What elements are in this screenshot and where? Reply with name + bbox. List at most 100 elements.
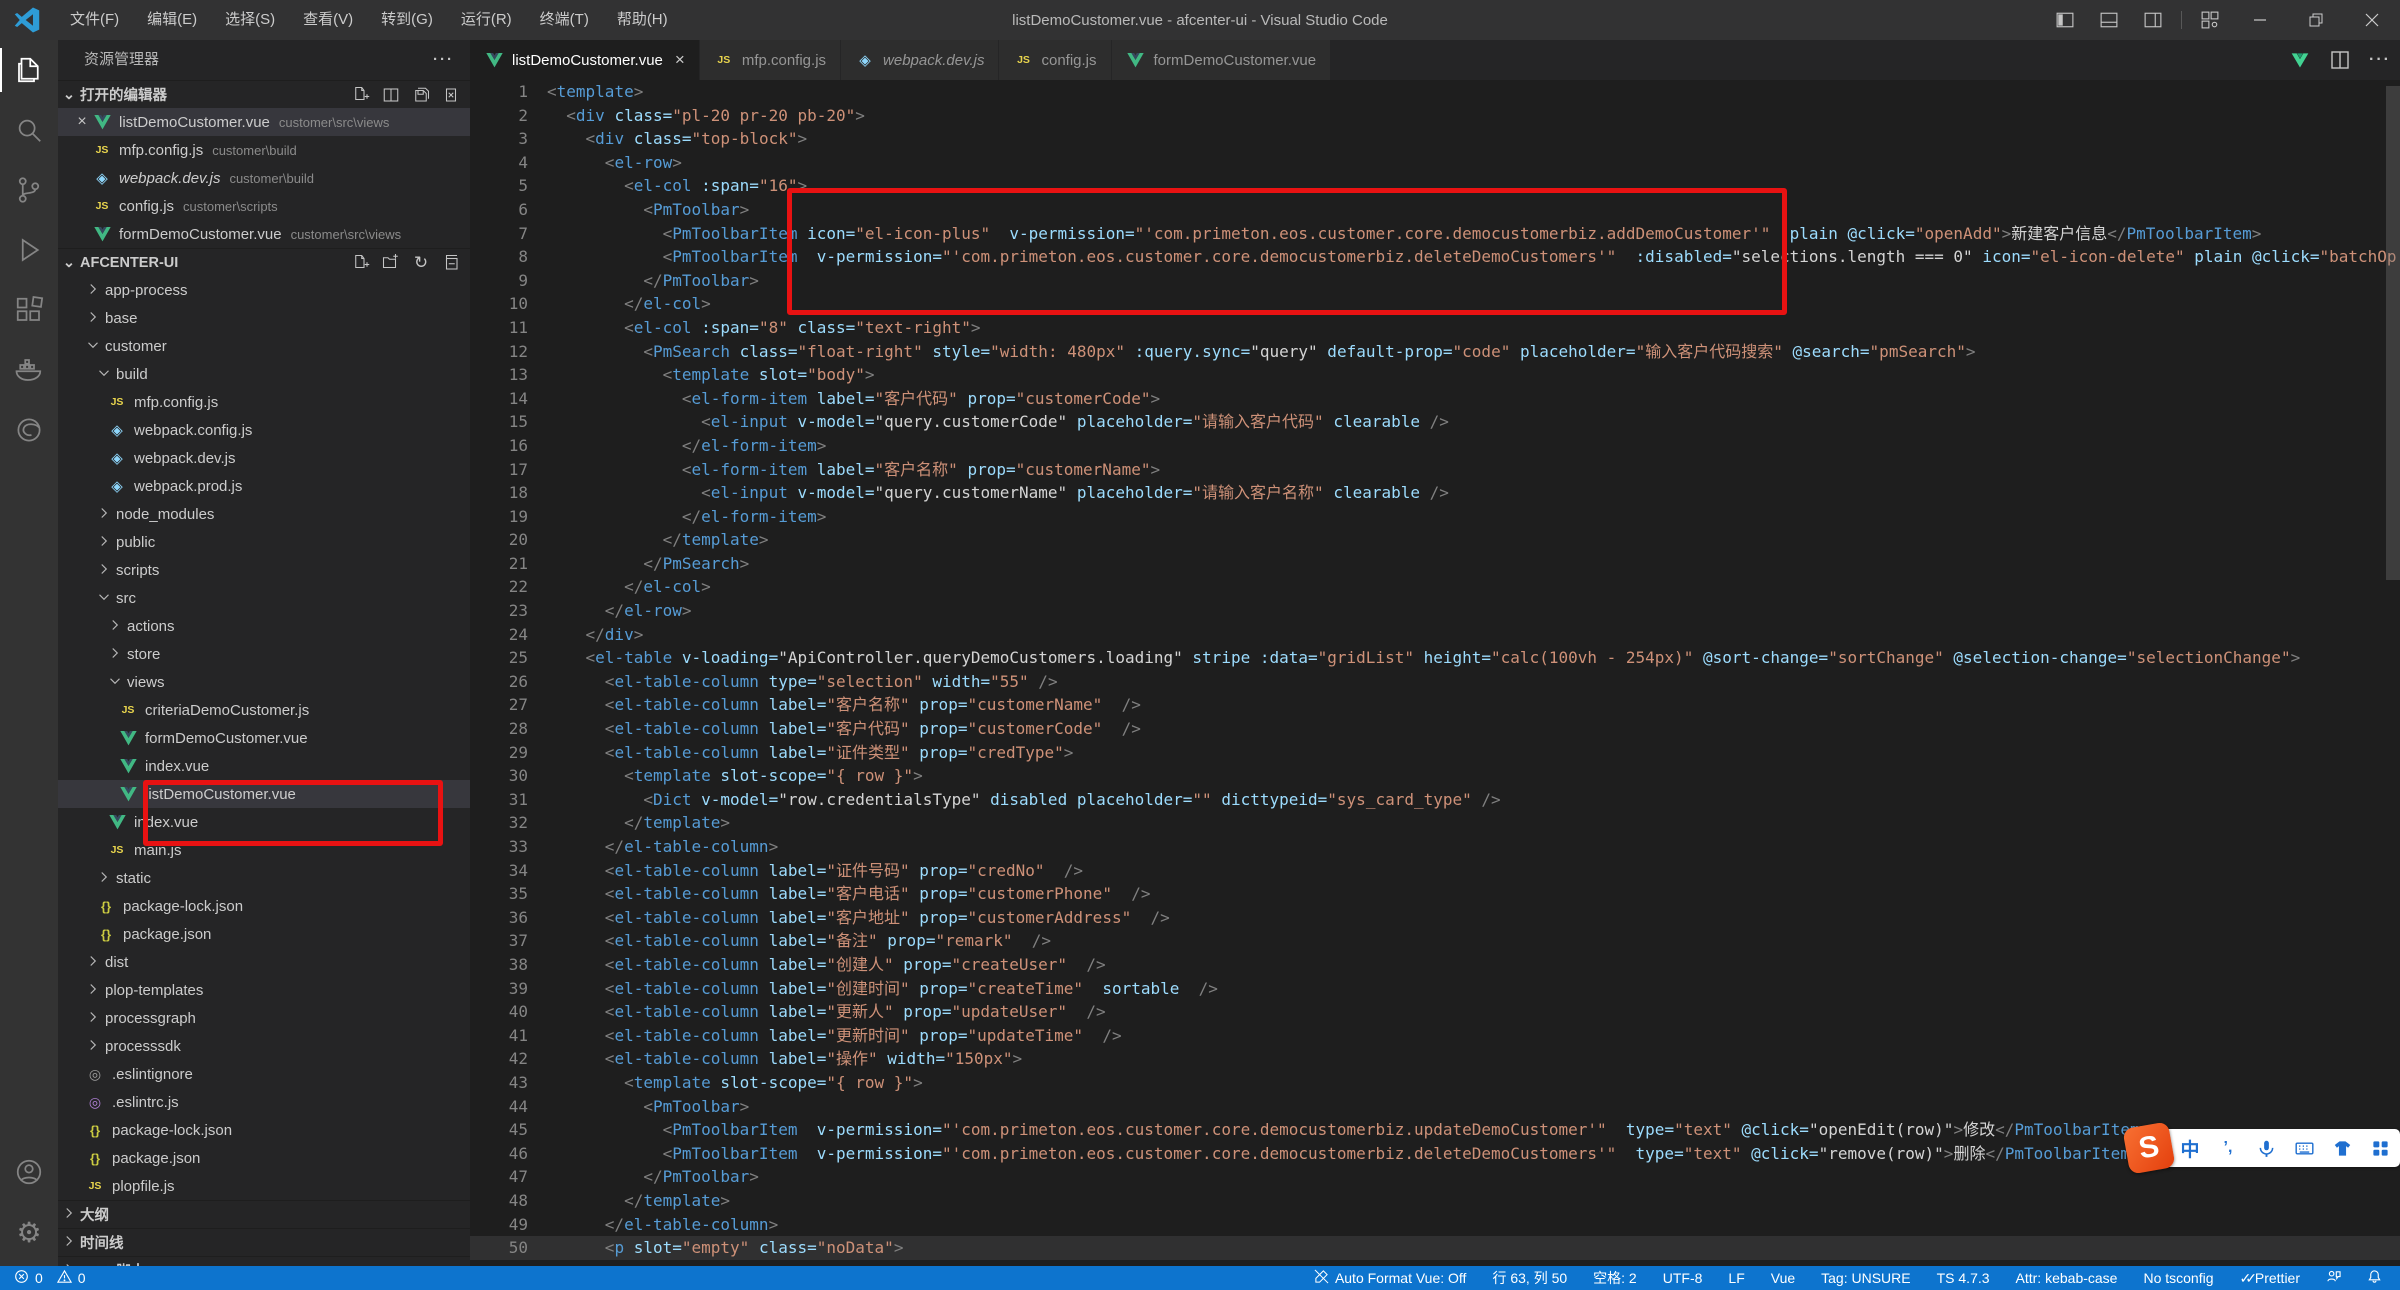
code-line[interactable]: 16 </el-form-item> xyxy=(470,434,2400,458)
code-line[interactable]: 14 <el-form-item label="客户代码" prop="cust… xyxy=(470,387,2400,411)
tree-folder-item[interactable]: views xyxy=(58,668,470,696)
code-line[interactable]: 11 <el-col :span="8" class="text-right"> xyxy=(470,316,2400,340)
vue-preview-icon[interactable] xyxy=(2288,48,2312,72)
sidebar-section-大纲[interactable]: 大纲 xyxy=(58,1200,470,1228)
edge-tools-icon[interactable] xyxy=(0,400,58,460)
tree-folder-item[interactable]: plop-templates xyxy=(58,976,470,1004)
toggle-secondary-sidebar-icon[interactable] xyxy=(2131,0,2175,40)
status-item-Auto Format Vue: Off[interactable]: Auto Format Vue: Off xyxy=(1314,1269,1467,1287)
tab-formDemoCustomer.vue[interactable]: formDemoCustomer.vue xyxy=(1112,40,1332,80)
settings-icon[interactable]: ⚙ xyxy=(0,1202,58,1262)
toolbox-icon[interactable] xyxy=(2370,1139,2390,1158)
project-root-header[interactable]: ⌄ AFCENTER-UI ↻ xyxy=(58,248,470,276)
code-line[interactable]: 9 </PmToolbar> xyxy=(470,269,2400,293)
code-line[interactable]: 2 <div class="pl-20 pr-20 pb-20"> xyxy=(470,104,2400,128)
editor-layout-icon[interactable] xyxy=(382,86,400,104)
minimize-button[interactable] xyxy=(2232,0,2288,40)
tree-folder-item[interactable]: public xyxy=(58,528,470,556)
close-icon[interactable]: × xyxy=(72,113,92,131)
status-item-LF[interactable]: LF xyxy=(1728,1270,1744,1286)
tree-folder-item[interactable]: actions xyxy=(58,612,470,640)
code-line[interactable]: 35 <el-table-column label="客户电话" prop="c… xyxy=(470,882,2400,906)
chinese-mode-icon[interactable]: 中 xyxy=(2180,1135,2200,1162)
menu-item[interactable]: 转到(G) xyxy=(367,0,447,40)
code-line[interactable]: 43 <template slot-scope="{ row }"> xyxy=(470,1071,2400,1095)
voice-icon[interactable] xyxy=(2256,1139,2276,1158)
open-editor-item[interactable]: JSmfp.config.jscustomer\build xyxy=(58,136,470,164)
status-item[interactable] xyxy=(2326,1269,2341,1287)
tab-mfp.config.js[interactable]: JSmfp.config.js xyxy=(700,40,841,80)
code-line[interactable]: 33 </el-table-column> xyxy=(470,835,2400,859)
code-line[interactable]: 45 <PmToolbarItem v-permission="'com.pri… xyxy=(470,1118,2400,1142)
tree-folder-item[interactable]: processsdk xyxy=(58,1032,470,1060)
skin-icon[interactable] xyxy=(2332,1139,2352,1158)
tab-webpack.dev.js[interactable]: ◈webpack.dev.js xyxy=(841,40,999,80)
tree-file-item[interactable]: JSmain.js xyxy=(58,836,470,864)
tree-file-item[interactable]: JSplopfile.js xyxy=(58,1172,470,1200)
code-line[interactable]: 37 <el-table-column label="备注" prop="rem… xyxy=(470,929,2400,953)
account-icon[interactable] xyxy=(0,1142,58,1202)
tree-file-item[interactable]: ◎.eslintrc.js xyxy=(58,1088,470,1116)
code-line[interactable]: 30 <template slot-scope="{ row }"> xyxy=(470,764,2400,788)
open-editor-item[interactable]: ◈webpack.dev.jscustomer\build xyxy=(58,164,470,192)
toggle-panel-icon[interactable] xyxy=(2087,0,2131,40)
code-line[interactable]: 29 <el-table-column label="证件类型" prop="c… xyxy=(470,741,2400,765)
search-icon[interactable] xyxy=(0,100,58,160)
code-line[interactable]: 23 </el-row> xyxy=(470,599,2400,623)
tree-folder-item[interactable]: node_modules xyxy=(58,500,470,528)
code-line[interactable]: 38 <el-table-column label="创建人" prop="cr… xyxy=(470,953,2400,977)
menu-item[interactable]: 运行(R) xyxy=(447,0,526,40)
code-line[interactable]: 27 <el-table-column label="客户名称" prop="c… xyxy=(470,693,2400,717)
close-button[interactable] xyxy=(2344,0,2400,40)
status-item-Tag: UNSURE[interactable]: Tag: UNSURE xyxy=(1821,1270,1910,1286)
tree-folder-item[interactable]: processgraph xyxy=(58,1004,470,1032)
punctuation-icon[interactable]: ’, xyxy=(2218,1139,2238,1157)
tree-file-item[interactable]: ◎.eslintignore xyxy=(58,1060,470,1088)
tree-file-item[interactable]: {}package-lock.json xyxy=(58,892,470,920)
tree-file-item[interactable]: ◈webpack.config.js xyxy=(58,416,470,444)
code-line[interactable]: 24 </div> xyxy=(470,623,2400,647)
source-control-icon[interactable] xyxy=(0,160,58,220)
code-line[interactable]: 46 <PmToolbarItem v-permission="'com.pri… xyxy=(470,1142,2400,1166)
status-item-0[interactable]: 0 xyxy=(57,1269,86,1287)
sogou-logo-icon[interactable]: S xyxy=(2122,1121,2175,1174)
customize-layout-icon[interactable] xyxy=(2188,0,2232,40)
tab-config.js[interactable]: JSconfig.js xyxy=(999,40,1111,80)
code-line[interactable]: 22 </el-col> xyxy=(470,575,2400,599)
tree-file-item[interactable]: {}package.json xyxy=(58,920,470,948)
tree-file-item[interactable]: formDemoCustomer.vue xyxy=(58,724,470,752)
new-file-icon[interactable] xyxy=(352,254,370,272)
tree-folder-item[interactable]: base xyxy=(58,304,470,332)
tree-folder-item[interactable]: src xyxy=(58,584,470,612)
code-line[interactable]: 21 </PmSearch> xyxy=(470,552,2400,576)
open-editors-header[interactable]: ⌄ 打开的编辑器 xyxy=(58,80,470,108)
more-actions-icon[interactable]: ··· xyxy=(433,40,454,80)
tree-file-item[interactable]: JScriteriaDemoCustomer.js xyxy=(58,696,470,724)
code-line[interactable]: 32 </template> xyxy=(470,811,2400,835)
more-actions-icon[interactable]: ··· xyxy=(2368,48,2392,72)
code-line[interactable]: 15 <el-input v-model="query.customerCode… xyxy=(470,410,2400,434)
restore-button[interactable] xyxy=(2288,0,2344,40)
status-item-Attr: kebab-case[interactable]: Attr: kebab-case xyxy=(2016,1270,2118,1286)
tree-file-item[interactable]: {}package-lock.json xyxy=(58,1116,470,1144)
status-item-UTF-8[interactable]: UTF-8 xyxy=(1663,1270,1703,1286)
open-editor-item[interactable]: formDemoCustomer.vuecustomer\src\views xyxy=(58,220,470,248)
sidebar-section-时间线[interactable]: 时间线 xyxy=(58,1228,470,1256)
code-line[interactable]: 6 <PmToolbar> xyxy=(470,198,2400,222)
open-editor-item[interactable]: JSconfig.jscustomer\scripts xyxy=(58,192,470,220)
code-line[interactable]: 28 <el-table-column label="客户代码" prop="c… xyxy=(470,717,2400,741)
status-item-Prettier[interactable]: ✓✓ Prettier xyxy=(2240,1270,2300,1287)
code-line[interactable]: 4 <el-row> xyxy=(470,151,2400,175)
tree-file-item[interactable]: JSmfp.config.js xyxy=(58,388,470,416)
code-line[interactable]: 41 <el-table-column label="更新时间" prop="u… xyxy=(470,1024,2400,1048)
code-line[interactable]: 13 <template slot="body"> xyxy=(470,363,2400,387)
code-line[interactable]: 12 <PmSearch class="float-right" style="… xyxy=(470,340,2400,364)
tree-file-item[interactable]: index.vue xyxy=(58,752,470,780)
tree-folder-item[interactable]: dist xyxy=(58,948,470,976)
code-line[interactable]: 8 <PmToolbarItem v-permission="'com.prim… xyxy=(470,245,2400,269)
tree-folder-item[interactable]: app-process xyxy=(58,276,470,304)
open-editor-item[interactable]: ×listDemoCustomer.vuecustomer\src\views xyxy=(58,108,470,136)
menu-item[interactable]: 帮助(H) xyxy=(603,0,682,40)
code-line[interactable]: 25 <el-table v-loading="ApiController.qu… xyxy=(470,646,2400,670)
close-icon[interactable]: × xyxy=(675,50,685,70)
